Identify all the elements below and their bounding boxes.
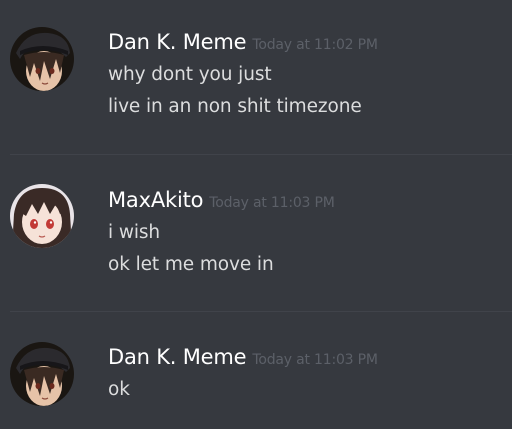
user-avatar[interactable] [10,184,74,248]
message-header: Dan K. Meme Today at 11:02 PM [108,32,378,53]
message-group: Dan K. Meme Today at 11:03 PM ok [0,312,512,429]
message-text: i wish [108,222,161,243]
message-text: ok [108,379,130,400]
message-text: ok let me move in [108,254,274,275]
message-timestamp: Today at 11:03 PM [209,195,335,211]
chat-message-list: Dan K. Meme Today at 11:02 PM why dont yo… [0,0,512,429]
message-author[interactable]: Dan K. Meme [108,345,247,369]
message-group: MaxAkito Today at 11:03 PM i wish ok let … [0,155,512,312]
message-timestamp: Today at 11:03 PM [252,352,378,368]
message-author[interactable]: Dan K. Meme [108,30,247,54]
message-group: Dan K. Meme Today at 11:02 PM why dont yo… [0,0,512,155]
message-text: why dont you just [108,64,272,85]
message-author[interactable]: MaxAkito [108,188,203,212]
message-header: MaxAkito Today at 11:03 PM [108,190,335,211]
message-timestamp: Today at 11:02 PM [252,37,378,53]
dan-avatar-icon [10,27,74,91]
maxakito-avatar-icon [10,184,74,248]
message-text: live in an non shit timezone [108,96,362,117]
message-header: Dan K. Meme Today at 11:03 PM [108,347,378,368]
dan-avatar-icon [10,342,74,406]
user-avatar[interactable] [10,27,74,91]
user-avatar[interactable] [10,342,74,406]
